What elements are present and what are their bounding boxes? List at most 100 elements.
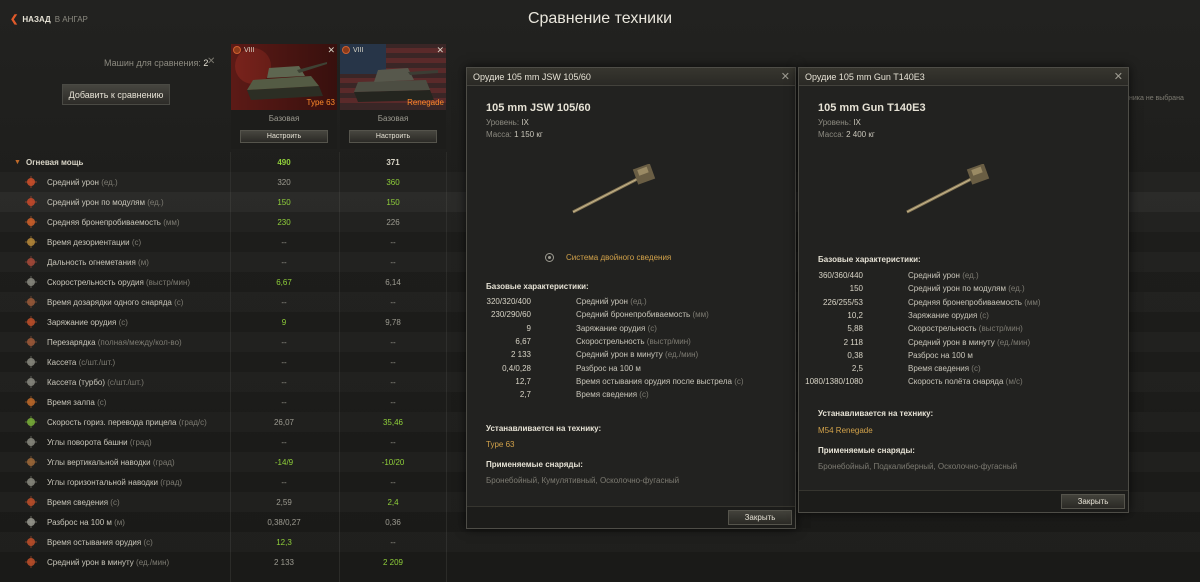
tank-config-label: Базовая: [268, 114, 300, 123]
ammo-list: Бронебойный, Подкалиберный, Осколочно-фу…: [818, 462, 1018, 471]
gun-image-icon: [572, 164, 656, 214]
gun-image-icon: [906, 164, 990, 214]
gun-name: 105 mm JSW 105/60: [486, 102, 591, 114]
reload-icon: [25, 316, 37, 328]
row-value-2: --: [390, 257, 396, 267]
section-value-1: 490: [277, 157, 291, 167]
gun-name: 105 mm Gun T140E3: [818, 102, 926, 114]
stat-row: 226/255/53 Средняя бронепробиваемость (мм…: [799, 298, 1099, 311]
panel-footer: Закрыть: [799, 490, 1128, 512]
stat-row: 2,7 Время сведения (с): [467, 390, 767, 403]
stat-value: 6,67: [515, 336, 531, 346]
row-value-2: --: [390, 477, 396, 487]
stat-row: 150 Средний урон по модулям (ед.): [799, 284, 1099, 297]
row-value-1: -14/9: [274, 457, 294, 467]
stat-value: 226/255/53: [822, 297, 863, 307]
row-value-2: 2 209: [382, 557, 404, 567]
close-icon[interactable]: ✕: [781, 70, 790, 83]
stat-label: Средняя бронепробиваемость (мм): [908, 297, 1041, 307]
panel-header: Орудие 105 mm Gun T140E3 ✕: [799, 68, 1128, 86]
close-icon[interactable]: ✕: [1114, 70, 1123, 83]
clip-icon: [25, 356, 37, 368]
row-value-1: --: [281, 477, 287, 487]
panel-title: Орудие 105 mm JSW 105/60: [473, 72, 591, 82]
stat-value: 9: [526, 323, 531, 333]
stat-label: Время сведения (с): [908, 364, 981, 374]
tier-icon: [233, 46, 241, 54]
row-value-2: 150: [386, 197, 400, 207]
add-to-compare-button[interactable]: Добавить к сравнению: [62, 84, 170, 105]
autoreload-icon: [25, 336, 37, 348]
stat-row: 10,2 Заряжание орудия (с): [799, 311, 1099, 324]
row-value-2: --: [390, 337, 396, 347]
close-button[interactable]: Закрыть: [728, 510, 792, 525]
tank-name: Renegade: [407, 98, 444, 107]
row-label: Скорострельность орудия (выстр/мин): [47, 277, 191, 287]
row-label: Углы поворота башни (град): [47, 437, 152, 447]
stat-value: 1080/1380/1080: [805, 377, 863, 387]
module-damage-icon: [25, 196, 37, 208]
row-label: Средний урон (ед.): [47, 177, 118, 187]
row-label: Время дезориентации (с): [47, 237, 142, 247]
dual-aim-feature: Система двойного сведения: [545, 253, 671, 262]
tank-image-renegade: VIII ✕ Renegade: [340, 44, 446, 110]
configure-button[interactable]: Настроить: [349, 130, 437, 143]
penetration-icon: [25, 216, 37, 228]
close-button[interactable]: Закрыть: [1061, 494, 1125, 509]
panel-header: Орудие 105 mm JSW 105/60 ✕: [467, 68, 795, 86]
vertical-angle-icon: [25, 456, 37, 468]
row-value-1: 2 133: [273, 557, 295, 567]
stat-value: 2 118: [843, 337, 863, 347]
stat-value: 360/360/440: [818, 271, 864, 280]
compare-count: Машин для сравнения: 2: [104, 58, 208, 68]
row-label: Время дозарядки одного снаряда (с): [47, 297, 184, 307]
tank-card-type63: VIII ✕ Type 63 Базовая Настроить: [231, 44, 337, 149]
damage-icon: [25, 176, 37, 188]
clear-compare-icon[interactable]: ✕: [207, 56, 215, 67]
section-value-2: 371: [386, 157, 400, 167]
aim-time-icon: [25, 496, 37, 508]
row-value-1: --: [281, 397, 287, 407]
row-label: Перезарядка (полная/между/кол-во): [47, 337, 182, 347]
table-row[interactable]: Средний урон в минуту (ед./мин) 2 133 2 20…: [0, 552, 1200, 572]
stat-row: 12,7 Время остывания орудия после выстрел…: [467, 377, 767, 390]
row-value-1: 230: [277, 217, 291, 227]
row-label: Средняя бронепробиваемость (мм): [47, 217, 180, 227]
gun-panel-1: Орудие 105 mm JSW 105/60 ✕ 105 mm JSW 10…: [466, 67, 796, 529]
row-value-2: 9,78: [385, 317, 401, 327]
row-value-2: 2,4: [387, 497, 399, 507]
tank-config-label: Базовая: [377, 114, 409, 123]
configure-button[interactable]: Настроить: [240, 130, 328, 143]
stat-label: Скорострельность (выстр/мин): [908, 324, 1023, 334]
clip-turbo-icon: [25, 376, 37, 388]
panel-title: Орудие 105 mm Gun T140E3: [805, 72, 925, 82]
stat-label: Заряжание орудия (с): [908, 310, 989, 320]
tank-name: Type 63: [306, 98, 335, 107]
row-value-2: --: [390, 397, 396, 407]
tier-badge: VIII: [233, 46, 255, 54]
stat-label: Средний урон в минуту (ед./мин): [908, 337, 1031, 347]
row-value-2: --: [390, 437, 396, 447]
row-value-1: --: [281, 357, 287, 367]
row-value-2: --: [390, 357, 396, 367]
dispersion-icon: [25, 516, 37, 528]
stat-value: 5,88: [847, 324, 863, 334]
row-label: Скорость гориз. перевода прицела (град/с…: [47, 417, 207, 427]
remove-tank-icon[interactable]: ✕: [436, 45, 444, 56]
tank-image-type63: VIII ✕ Type 63: [231, 44, 337, 110]
stat-value: 2,7: [519, 390, 531, 400]
remove-tank-icon[interactable]: ✕: [327, 45, 335, 56]
section-label: Огневая мощь: [26, 157, 84, 167]
stat-value: 2,5: [851, 364, 863, 374]
stat-row: 9 Заряжание орудия (с): [467, 324, 767, 337]
stat-row: 360/360/440 Средний урон (ед.): [799, 271, 1099, 284]
row-value-1: --: [281, 257, 287, 267]
row-label: Кассета (турбо) (с/шт./шт.): [47, 377, 144, 387]
panel-footer: Закрыть: [467, 506, 795, 528]
stat-value: 150: [849, 284, 863, 294]
row-label: Время сведения (с): [47, 497, 120, 507]
row-value-2: -10/20: [381, 457, 405, 467]
table-row[interactable]: Время остывания орудия (с) 12,3 --: [0, 532, 1200, 552]
stun-icon: [25, 236, 37, 248]
cooldown-icon: [25, 536, 37, 548]
